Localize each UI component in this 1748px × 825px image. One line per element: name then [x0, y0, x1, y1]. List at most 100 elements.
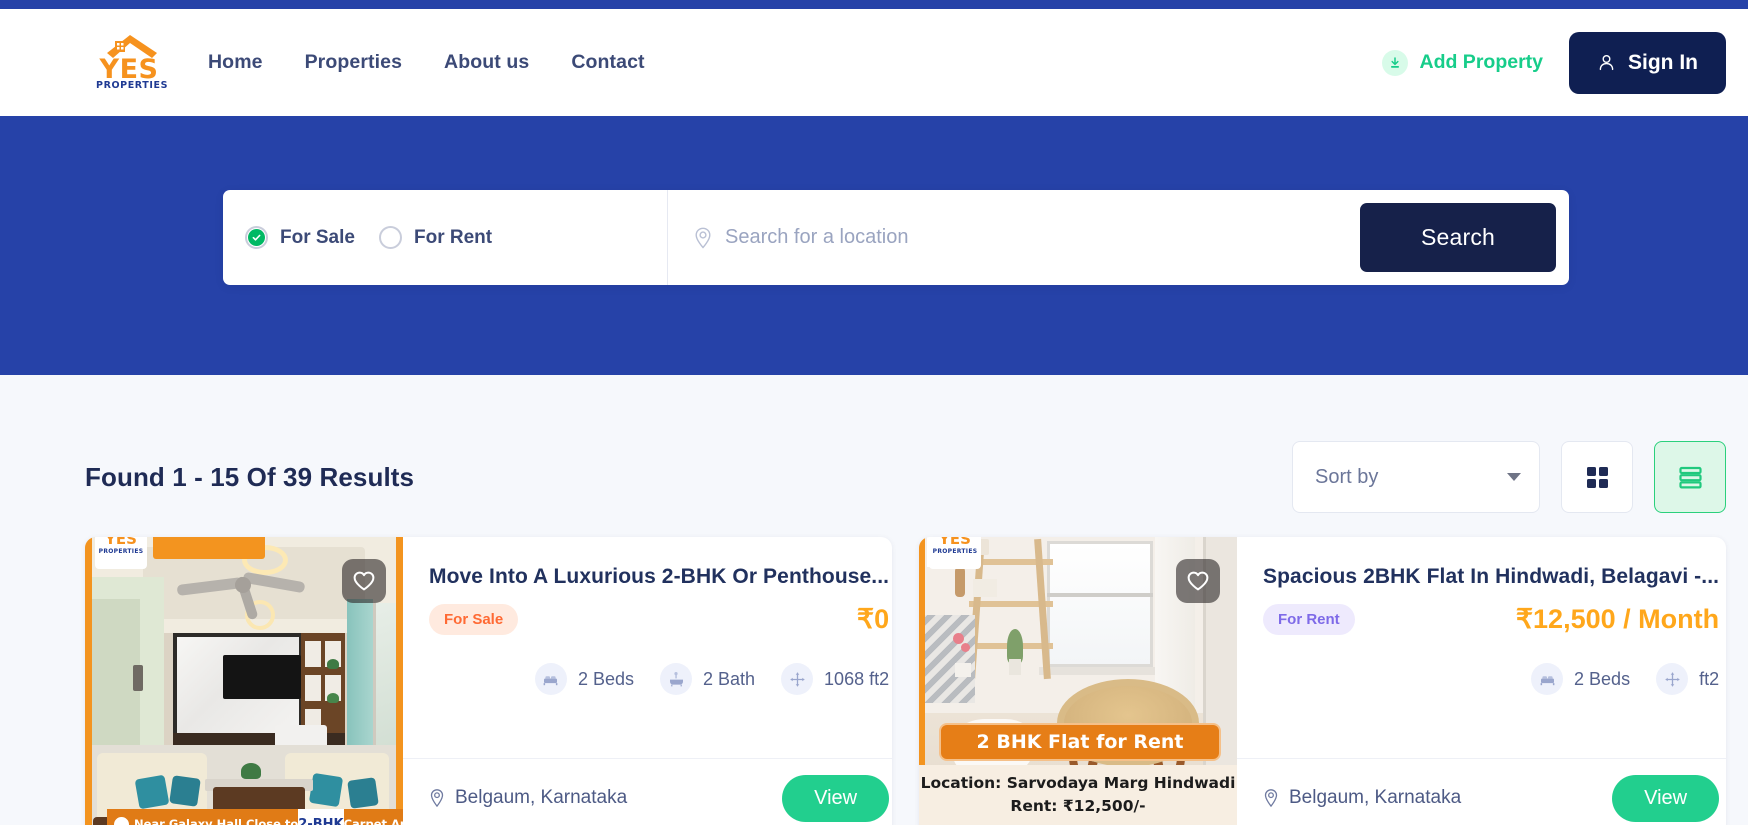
- property-meta-row: For Sale ₹0: [429, 604, 889, 635]
- radio-for-rent-control[interactable]: [378, 226, 402, 249]
- heart-icon: [1187, 571, 1209, 591]
- photo-watermark-word: YES: [105, 537, 137, 548]
- location-pin-icon: [1264, 789, 1278, 808]
- spec-beds-label: 2 Beds: [577, 668, 634, 689]
- property-specs: 2 Beds ft2: [1263, 663, 1719, 695]
- add-property-button[interactable]: Add Property: [1382, 49, 1543, 76]
- radio-for-rent[interactable]: For Rent: [378, 226, 493, 249]
- grid-view-icon: [1586, 466, 1608, 488]
- nav-home[interactable]: Home: [208, 51, 263, 74]
- photo-ribbon: Near Galaxy Hall Close to 2-BHK Carpet A…: [107, 809, 403, 825]
- search-panel: For Sale For Rent Search for a location …: [223, 190, 1569, 285]
- sign-in-label: Sign In: [1628, 50, 1698, 74]
- property-title[interactable]: Move Into A Luxurious 2-BHK Or Penthouse…: [429, 565, 889, 589]
- ribbon-text-left: Near Galaxy Hall Close to: [134, 817, 299, 825]
- radio-for-sale[interactable]: For Sale: [245, 226, 355, 249]
- spec-area-label: 1068 ft2: [824, 668, 890, 689]
- location-pin-icon: [430, 789, 444, 808]
- top-accent-bar: [0, 0, 1748, 9]
- upload-icon: [1382, 49, 1409, 76]
- add-property-label: Add Property: [1419, 51, 1543, 73]
- bath-icon: [660, 663, 692, 695]
- radio-for-sale-control[interactable]: [245, 226, 268, 249]
- search-input[interactable]: Search for a location: [725, 226, 908, 249]
- user-icon: [1599, 55, 1614, 71]
- status-badge: For Sale: [429, 604, 519, 635]
- view-property-button[interactable]: View: [1612, 774, 1720, 822]
- radio-for-rent-label: For Rent: [413, 226, 493, 248]
- sort-by-label: Sort by: [1315, 465, 1379, 488]
- view-property-button[interactable]: View: [782, 774, 890, 822]
- property-card-body: Spacious 2BHK Flat In Hindwadi, Belagavi…: [1237, 537, 1726, 825]
- ribbon-bullet-icon: [114, 816, 129, 825]
- location-pin-icon: [695, 227, 711, 249]
- search-button[interactable]: Search: [1360, 203, 1556, 272]
- property-title[interactable]: Spacious 2BHK Flat In Hindwadi, Belagavi…: [1263, 565, 1719, 589]
- grid-view-button[interactable]: [1561, 441, 1633, 513]
- sign-in-button[interactable]: Sign In: [1569, 31, 1726, 94]
- list-view-icon: [1678, 466, 1702, 488]
- spec-area: 1068 ft2: [781, 663, 889, 695]
- property-card[interactable]: YES PROPERTIES Near Galaxy Hall Close to…: [85, 537, 892, 825]
- nav-about-us[interactable]: About us: [444, 51, 529, 74]
- favorite-button[interactable]: [1176, 559, 1220, 603]
- site-header: YES PROPERTIES Home Properties About us …: [0, 9, 1748, 116]
- bed-icon: [534, 663, 567, 695]
- photo-caption: Location: Sarvodaya Marg Hindwadi Rent: …: [919, 765, 1237, 825]
- spec-beds-label: 2 Beds: [1574, 668, 1631, 689]
- tenure-radio-group: For Sale For Rent: [223, 190, 668, 285]
- list-view-button[interactable]: [1654, 441, 1726, 513]
- status-badge: For Rent: [1263, 604, 1355, 635]
- spec-area: ft2: [1656, 663, 1719, 695]
- spec-beds: 2 Beds: [1531, 663, 1630, 695]
- main-nav: Home Properties About us Contact: [208, 51, 645, 74]
- spec-bath: 2 Bath: [660, 663, 755, 695]
- photo-top-badge: [153, 537, 265, 559]
- area-icon: [1656, 663, 1689, 695]
- spec-beds: 2 Beds: [534, 663, 634, 695]
- site-logo[interactable]: YES PROPERTIES: [96, 32, 169, 94]
- radio-checked-icon: [248, 229, 265, 246]
- nav-properties[interactable]: Properties: [305, 51, 402, 74]
- chevron-down-icon: [1507, 473, 1521, 481]
- photo-banner-label: 2 BHK Flat for Rent: [976, 731, 1184, 753]
- property-location-label: Belgaum, Karnataka: [455, 787, 628, 808]
- nav-contact[interactable]: Contact: [571, 51, 644, 74]
- property-location-label: Belgaum, Karnataka: [1289, 787, 1462, 808]
- spec-bath-label: 2 Bath: [703, 668, 756, 689]
- search-input-wrapper[interactable]: Search for a location: [668, 190, 1360, 285]
- photo-watermark-sub: PROPERTIES: [932, 548, 978, 555]
- property-card-list: YES PROPERTIES Near Galaxy Hall Close to…: [0, 537, 1748, 825]
- results-controls: Sort by: [1292, 441, 1726, 513]
- photo-banner: 2 BHK Flat for Rent: [939, 723, 1221, 761]
- favorite-button[interactable]: [342, 559, 386, 603]
- property-card[interactable]: YES PROPERTIES 2 BHK Flat for Rent Locat…: [919, 537, 1726, 825]
- photo-watermark-word: YES: [939, 537, 971, 548]
- photo-watermark: YES PROPERTIES: [929, 537, 981, 569]
- radio-for-sale-label: For Sale: [280, 226, 355, 248]
- header-actions: Add Property Sign In: [1382, 31, 1726, 94]
- area-icon: [781, 663, 814, 695]
- property-specs: 2 Beds 2 Bath 1068 ft2: [429, 663, 889, 695]
- photo-watermark: YES PROPERTIES: [95, 537, 147, 569]
- property-photo[interactable]: YES PROPERTIES 2 BHK Flat for Rent Locat…: [919, 537, 1237, 825]
- spec-area-label: ft2: [1699, 668, 1720, 689]
- logo-subtitle: PROPERTIES: [96, 79, 169, 91]
- photo-watermark-sub: PROPERTIES: [98, 548, 144, 555]
- bed-icon: [1531, 663, 1564, 695]
- property-meta-row: For Rent ₹12,500 / Month: [1263, 604, 1719, 635]
- photo-caption-location: Location: Sarvodaya Marg Hindwadi: [920, 774, 1236, 792]
- property-location: Belgaum, Karnataka: [429, 787, 627, 809]
- results-count: Found 1 - 15 Of 39 Results: [85, 461, 415, 492]
- heart-icon: [353, 571, 375, 591]
- property-price: ₹12,500 / Month: [1515, 604, 1720, 634]
- property-location: Belgaum, Karnataka: [1263, 787, 1461, 809]
- hero-band: For Sale For Rent Search for a location …: [0, 116, 1748, 375]
- property-card-body: Move Into A Luxurious 2-BHK Or Penthouse…: [403, 537, 892, 825]
- ribbon-text-center: 2-BHK: [298, 816, 344, 825]
- sort-by-dropdown[interactable]: Sort by: [1292, 441, 1540, 513]
- property-photo[interactable]: YES PROPERTIES Near Galaxy Hall Close to…: [85, 537, 403, 825]
- results-toolbar: Found 1 - 15 Of 39 Results Sort by: [0, 417, 1748, 537]
- property-price: ₹0: [856, 604, 890, 634]
- photo-caption-rent: Rent: ₹12,500/-: [1010, 797, 1146, 816]
